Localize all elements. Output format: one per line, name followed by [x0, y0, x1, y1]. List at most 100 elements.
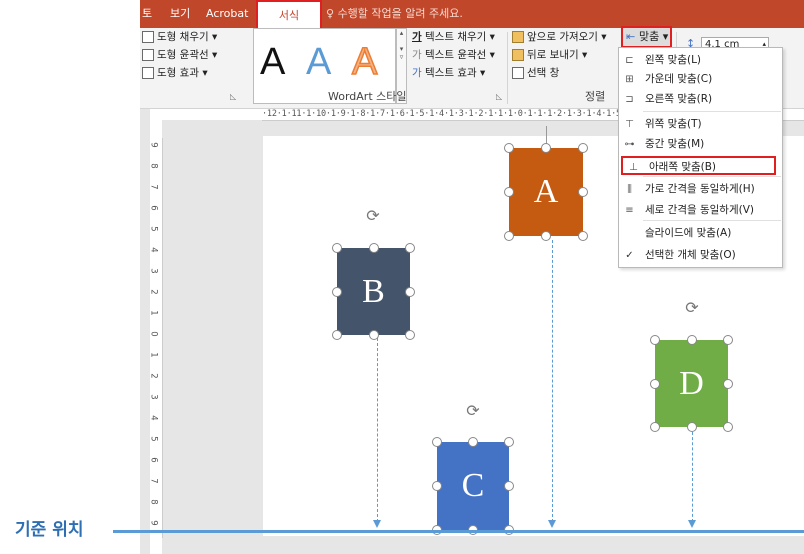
wordart-style-blue[interactable]: A [306, 37, 331, 87]
baseline-line [113, 530, 804, 533]
shape-d[interactable]: D [655, 340, 728, 427]
align-middle-icon: ⊶ [624, 139, 635, 150]
resize-handle[interactable] [405, 330, 415, 340]
shape-fill-button[interactable]: 도형 채우기 ▾ [142, 29, 217, 45]
menu-item-align-top[interactable]: ⊤ 위쪽 맞춤(T) [619, 115, 782, 134]
ruler-tick-label: 7 [148, 184, 159, 190]
guide-line-b [377, 338, 378, 522]
ribbon-tab-bar: 토 보기 Acrobat 서식 ♀ 수행할 작업을 알려 주세요. [140, 0, 804, 28]
arrow-b-icon [373, 520, 381, 528]
bring-forward-button[interactable]: 앞으로 가져오기 ▾ [512, 29, 607, 45]
text-effects-icon: 가 [412, 67, 422, 79]
align-button[interactable]: ⇤ 맞춤 ▾ [621, 26, 672, 48]
tab-partial[interactable]: 토 [142, 0, 152, 28]
resize-handle[interactable] [504, 231, 514, 241]
menu-item-align-bottom[interactable]: ⊥ 아래쪽 맞춤(B) [621, 156, 776, 175]
shape-effects-icon [142, 67, 154, 79]
ruler-tick-label: 6 [148, 205, 159, 211]
text-fill-button[interactable]: 가 텍스트 채우기 ▾ [412, 29, 495, 45]
menu-item-label: 위쪽 맞춤(T) [645, 118, 702, 130]
lightbulb-icon: ♀ [326, 7, 335, 20]
text-outline-button[interactable]: 가 텍스트 윤곽선 ▾ [412, 47, 495, 63]
resize-handle[interactable] [650, 335, 660, 345]
align-right-icon: ⊐ [625, 94, 634, 105]
menu-item-label: 아래쪽 맞춤(B) [649, 161, 717, 173]
shape-a[interactable]: A [509, 148, 583, 236]
ruler-tick-label: 9 [148, 520, 159, 526]
resize-handle[interactable] [504, 143, 514, 153]
resize-handle[interactable] [368, 330, 379, 340]
menu-item-checkmark[interactable]: ✓ 선택한 개체 맞춤(O) [619, 246, 782, 265]
text-outline-icon: 가 [412, 49, 422, 61]
resize-handle[interactable] [405, 243, 415, 253]
shape-styles-launcher-icon[interactable]: ◺ [230, 92, 236, 101]
wordart-style-orange[interactable]: A [351, 37, 378, 87]
menu-item-fit-slide[interactable]: 슬라이드에 맞춤(A) [619, 224, 782, 243]
send-backward-icon [512, 49, 524, 61]
resize-handle[interactable] [432, 437, 442, 447]
resize-handle[interactable] [332, 243, 342, 253]
ruler-tick-label: 5 [148, 226, 159, 232]
distribute-horizontal-icon: ⫼ [627, 184, 632, 195]
selection-pane-button[interactable]: 선택 창 [512, 65, 559, 81]
menu-separator [643, 220, 781, 221]
resize-handle[interactable] [405, 286, 415, 297]
ruler-tick-label: 1 [148, 352, 159, 358]
resize-handle[interactable] [541, 231, 551, 241]
checkmark-icon: ✓ [625, 250, 634, 261]
rotate-handle-b-icon[interactable]: ⟳ [366, 208, 380, 224]
resize-handle[interactable] [332, 330, 342, 340]
tab-format[interactable]: 서식 [256, 0, 322, 28]
resize-handle[interactable] [504, 187, 514, 197]
menu-item-align-center[interactable]: ⊞ 가운데 맞춤(C) [619, 70, 782, 89]
resize-handle[interactable] [504, 481, 514, 491]
text-fill-icon: 가 [412, 31, 422, 43]
shape-effects-button[interactable]: 도형 효과 ▾ [142, 65, 208, 81]
resize-handle[interactable] [541, 143, 551, 153]
resize-handle[interactable] [432, 481, 442, 491]
menu-item-align-right[interactable]: ⊐ 오른쪽 맞춤(R) [619, 90, 782, 109]
resize-handle[interactable] [686, 335, 697, 345]
shape-c[interactable]: C [437, 442, 509, 530]
menu-item-distribute-vertical[interactable]: ≡ 세로 간격을 동일하게(V) [619, 201, 782, 220]
resize-handle[interactable] [504, 437, 514, 447]
guide-line-a [552, 240, 553, 522]
vertical-ruler: 9 8 7 6 5 4 3 2 1 0 1 2 3 4 5 6 7 8 9 [148, 138, 163, 538]
menu-item-align-left[interactable]: ⊏ 왼쪽 맞춤(L) [619, 51, 782, 70]
shape-b[interactable]: B [337, 248, 410, 335]
tab-acrobat[interactable]: Acrobat [206, 0, 248, 28]
distribute-vertical-icon: ≡ [625, 205, 634, 216]
text-effects-button[interactable]: 가 텍스트 효과 ▾ [412, 65, 485, 81]
resize-handle[interactable] [368, 243, 379, 253]
rotate-handle-d-icon[interactable]: ⟳ [685, 300, 699, 316]
resize-handle[interactable] [578, 231, 588, 241]
resize-handle[interactable] [723, 422, 733, 432]
resize-handle[interactable] [468, 437, 478, 447]
rotate-handle-c-icon[interactable]: ⟳ [466, 403, 480, 419]
ruler-tick-label: 3 [148, 268, 159, 274]
baseline-label: 기준 위치 [15, 520, 84, 540]
resize-handle[interactable] [650, 422, 660, 432]
tell-me-text: 수행할 작업을 알려 주세요. [337, 7, 463, 20]
menu-item-distribute-horizontal[interactable]: ⫼ 가로 간격을 동일하게(H) [619, 180, 782, 199]
ruler-tick-label: 4 [148, 415, 159, 421]
guide-line-d [692, 432, 693, 522]
resize-handle[interactable] [332, 286, 342, 297]
resize-handle[interactable] [650, 378, 660, 389]
resize-handle[interactable] [578, 143, 588, 153]
resize-handle[interactable] [723, 335, 733, 345]
resize-handle[interactable] [686, 422, 697, 432]
wordart-launcher-icon[interactable]: ◺ [496, 92, 502, 101]
tell-me-box[interactable]: ♀ 수행할 작업을 알려 주세요. [326, 0, 463, 28]
resize-handle[interactable] [578, 187, 588, 197]
shape-d-label: D [679, 364, 704, 402]
menu-item-align-middle[interactable]: ⊶ 중간 맞춤(M) [619, 135, 782, 154]
send-backward-button[interactable]: 뒤로 보내기 ▾ [512, 47, 587, 63]
ruler-tick-label: 3 [148, 394, 159, 400]
resize-handle[interactable] [723, 378, 733, 389]
wordart-style-black[interactable]: A [260, 37, 285, 87]
tab-view[interactable]: 보기 [170, 0, 190, 28]
menu-item-label: 오른쪽 맞춤(R) [645, 93, 713, 105]
menu-item-label: 세로 간격을 동일하게(V) [645, 204, 754, 216]
shape-outline-button[interactable]: 도형 윤곽선 ▾ [142, 47, 217, 63]
